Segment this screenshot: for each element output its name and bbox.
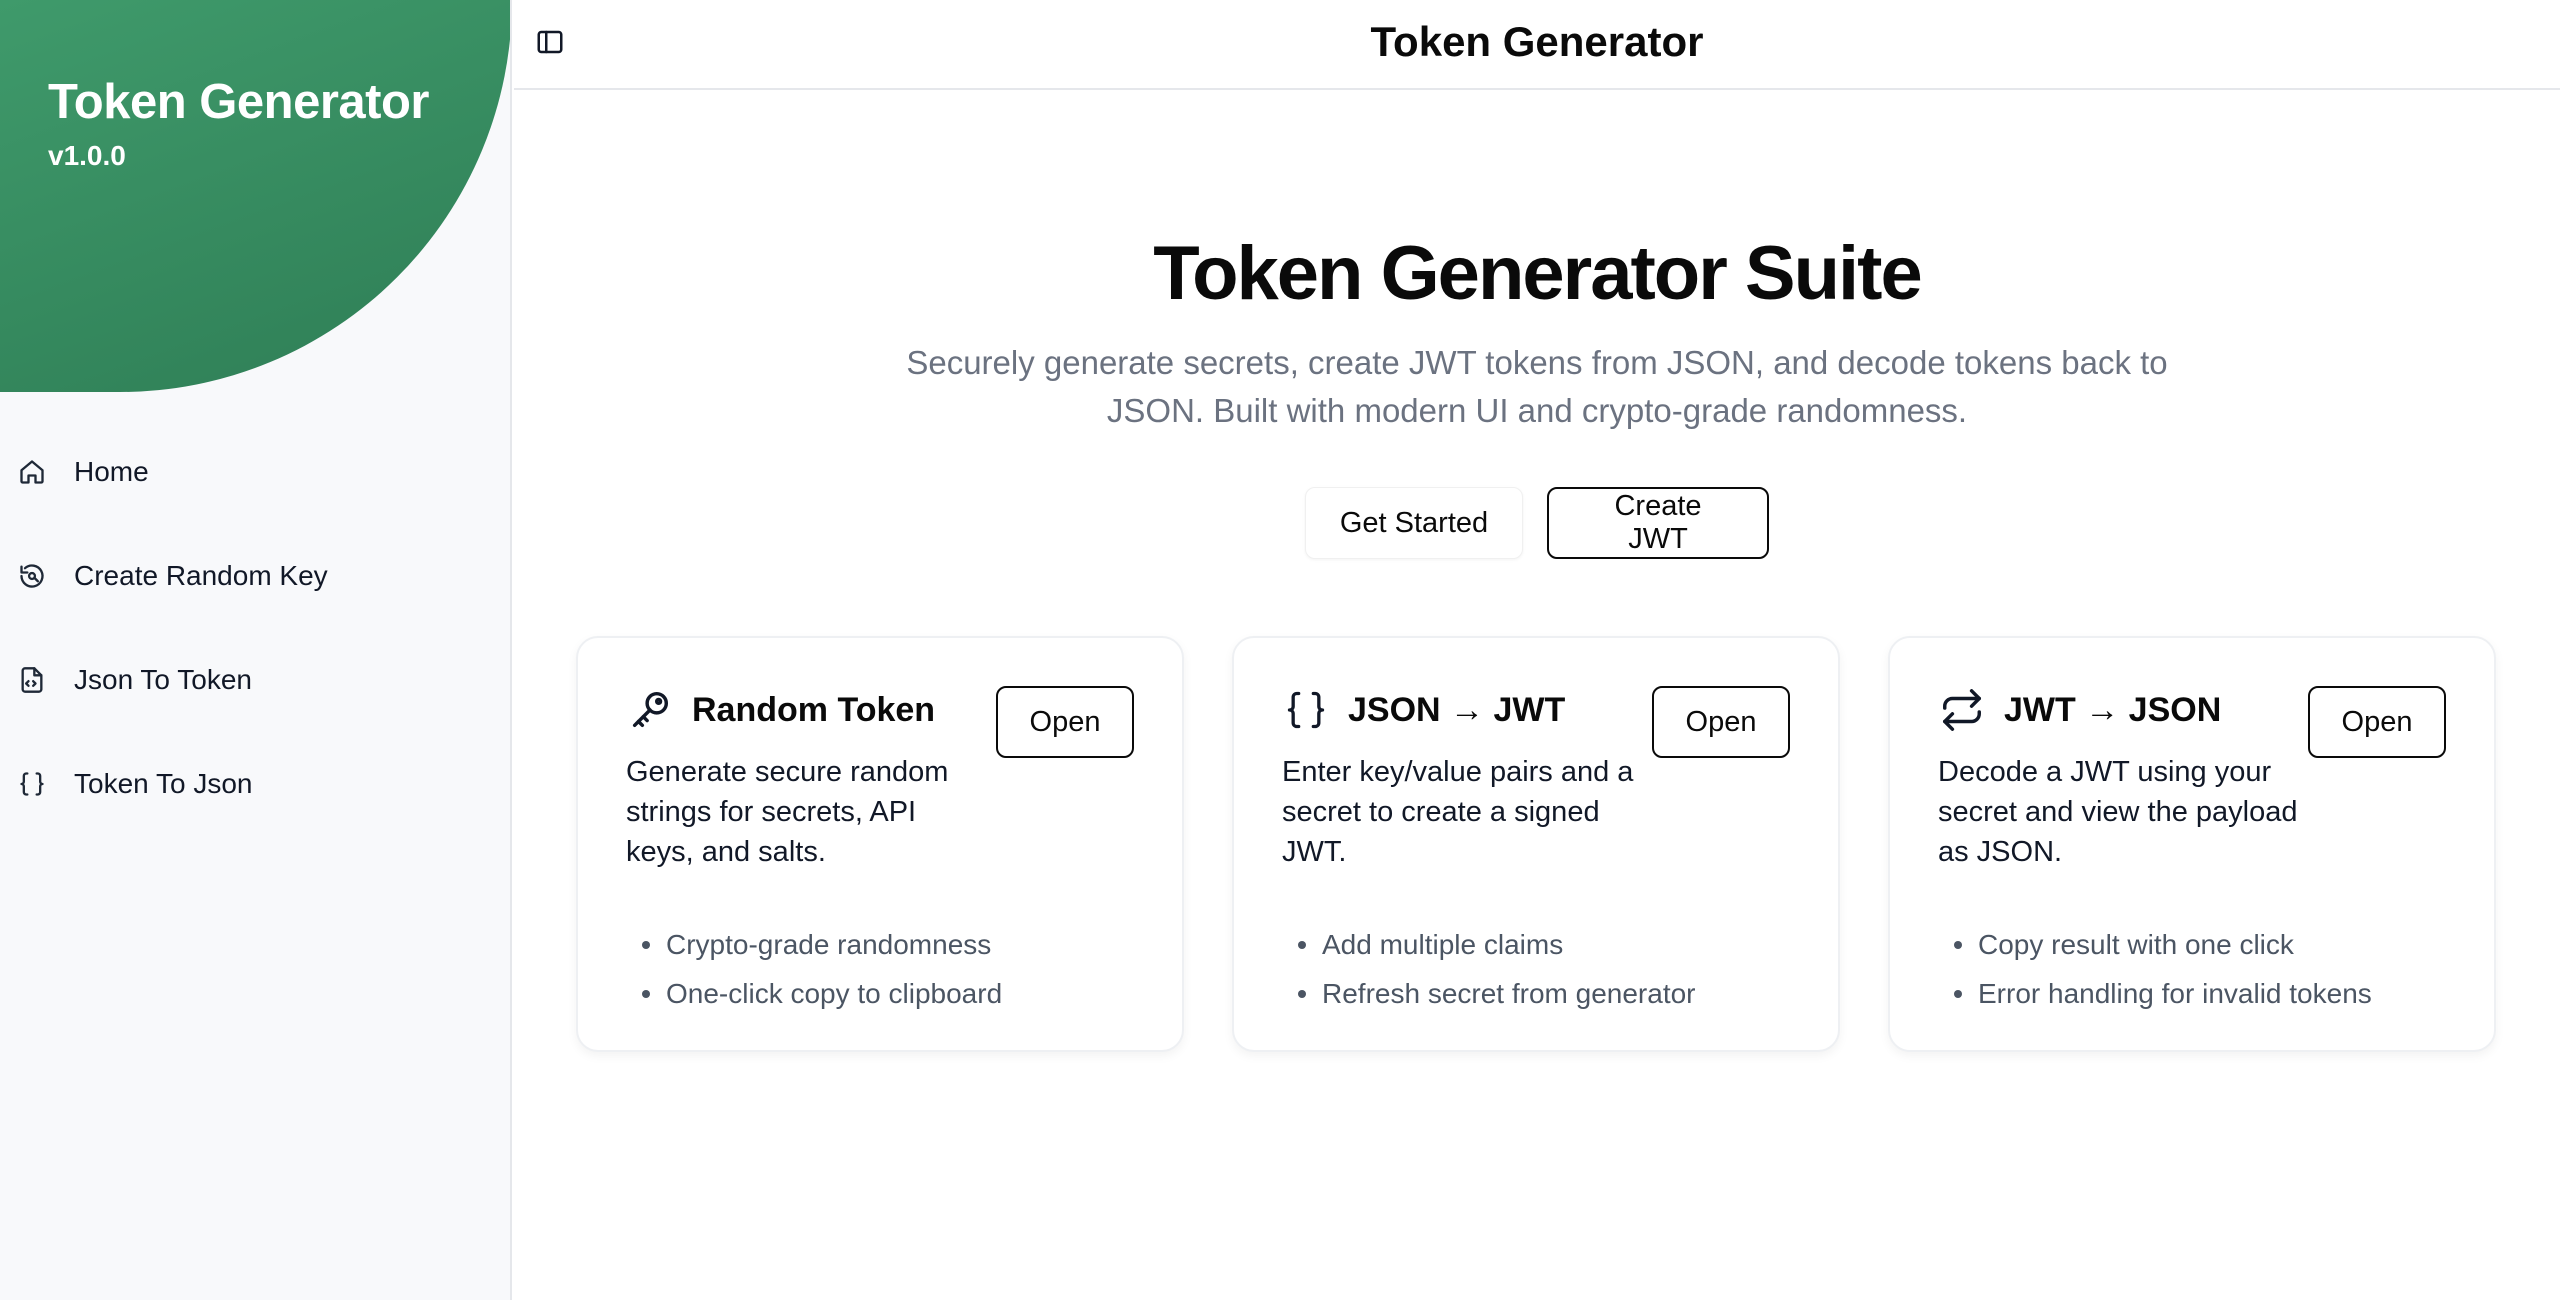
sidebar-item-label: Token To Json xyxy=(74,768,253,799)
braces-icon xyxy=(18,770,46,798)
list-item: Add multiple claims xyxy=(1298,920,1790,969)
get-started-button[interactable]: Get Started xyxy=(1305,487,1523,559)
sidebar-item-home[interactable]: Home xyxy=(0,420,510,524)
open-random-token-button[interactable]: Open xyxy=(996,686,1134,758)
braces-icon xyxy=(1282,686,1330,734)
list-item: Refresh secret from generator xyxy=(1298,969,1790,1018)
sidebar-item-token-to-json[interactable]: Token To Json xyxy=(0,732,510,836)
file-json-icon xyxy=(18,666,46,694)
brand-version: v1.0.0 xyxy=(48,140,126,171)
hero-section: Token Generator Suite Securely generate … xyxy=(514,230,2560,559)
key-icon xyxy=(626,686,674,734)
page-title: Token Generator Suite xyxy=(1153,231,1922,316)
sidebar-nav: Home Create Random Key Json To Token Tok… xyxy=(0,420,510,836)
sidebar-item-json-to-token[interactable]: Json To Token xyxy=(0,628,510,732)
hero-subtitle: Securely generate secrets, create JWT to… xyxy=(906,344,2168,429)
list-item: One-click copy to clipboard xyxy=(642,969,1134,1018)
refresh-key-icon xyxy=(18,562,46,590)
card-title: JWT → JSON xyxy=(2004,690,2222,729)
sidebar: Token Generator v1.0.0 Home Create Rando xyxy=(0,0,512,1300)
card-description: Decode a JWT using your secret and view … xyxy=(1938,756,2298,868)
brand-title: Token Generator xyxy=(48,75,429,129)
sidebar-item-label: Create Random Key xyxy=(74,560,328,591)
app-root: Token Generator v1.0.0 Home Create Rando xyxy=(0,0,2560,1300)
card-json-to-jwt: JSON → JWT Enter key/value pairs and a s… xyxy=(1232,636,1840,1052)
card-features: Copy result with one click Error handlin… xyxy=(1938,920,2446,1018)
sidebar-brand: Token Generator v1.0.0 xyxy=(0,0,510,392)
hero-actions: Get Started Create JWT xyxy=(514,487,2560,559)
open-jwt-to-json-button[interactable]: Open xyxy=(2308,686,2446,758)
sidebar-item-label: Json To Token xyxy=(74,664,252,695)
card-description: Enter key/value pairs and a secret to cr… xyxy=(1282,756,1634,868)
create-jwt-button[interactable]: Create JWT xyxy=(1547,487,1769,559)
list-item: Crypto-grade randomness xyxy=(642,920,1134,969)
header-title: Token Generator xyxy=(1370,18,1704,65)
card-jwt-to-json: JWT → JSON Decode a JWT using your secre… xyxy=(1888,636,2496,1052)
list-item: Error handling for invalid tokens xyxy=(1954,969,2446,1018)
card-title: Random Token xyxy=(692,690,936,729)
swap-arrows-icon xyxy=(1938,686,1986,734)
card-random-token: Random Token Generate secure random stri… xyxy=(576,636,1184,1052)
top-header: Token Generator xyxy=(514,0,2560,90)
card-features: Add multiple claims Refresh secret from … xyxy=(1282,920,1790,1018)
card-features: Crypto-grade randomness One-click copy t… xyxy=(626,920,1134,1018)
open-json-to-jwt-button[interactable]: Open xyxy=(1652,686,1790,758)
list-item: Copy result with one click xyxy=(1954,920,2446,969)
card-description: Generate secure random strings for secre… xyxy=(626,756,949,868)
home-icon xyxy=(18,458,46,486)
card-title: JSON → JWT xyxy=(1348,690,1566,729)
sidebar-item-create-random-key[interactable]: Create Random Key xyxy=(0,524,510,628)
feature-cards: Random Token Generate secure random stri… xyxy=(576,636,2496,1052)
sidebar-item-label: Home xyxy=(74,456,149,487)
